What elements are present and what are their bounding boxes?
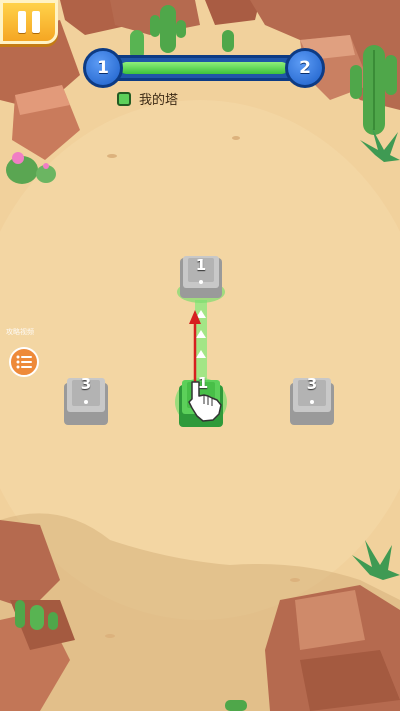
- level-progress: 1 2: [83, 48, 325, 88]
- progress-fill: [120, 62, 288, 74]
- pause-icon: [18, 11, 40, 33]
- legend-swatch: [117, 91, 131, 106]
- tower-right-count: 3: [306, 375, 318, 393]
- pause-button[interactable]: [0, 0, 58, 44]
- tower-center-count: 1: [197, 374, 209, 392]
- cactus-bottom: [225, 700, 247, 711]
- progress-track: [120, 62, 288, 74]
- menu-caption: 攻略视频: [6, 328, 34, 336]
- legend: 我的塔: [117, 89, 178, 108]
- next-level-badge: 2: [285, 48, 325, 88]
- menu-button[interactable]: [9, 347, 39, 377]
- rock-bottom-right: [265, 585, 400, 711]
- tower-top-count: 1: [195, 256, 207, 274]
- legend-label: 我的塔: [139, 93, 179, 108]
- game-scene: [0, 0, 400, 711]
- current-level-badge: 1: [83, 48, 123, 88]
- progress-frame: [95, 55, 313, 81]
- list-icon: [16, 355, 32, 369]
- tower-left-count: 3: [80, 375, 92, 393]
